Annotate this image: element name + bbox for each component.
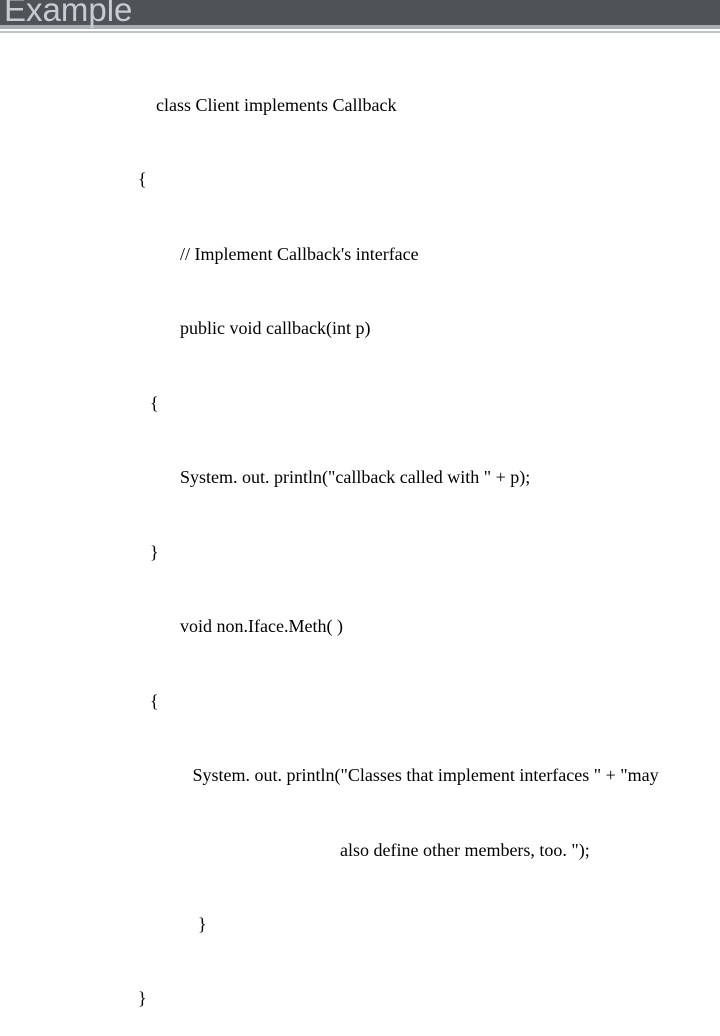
code-line: { <box>0 689 720 714</box>
title-divider-thin <box>0 31 720 33</box>
code-line: } <box>0 912 720 937</box>
code-line: { <box>0 167 720 192</box>
code-line: } <box>0 540 720 565</box>
code-line: } <box>0 986 720 1011</box>
code-line: public void callback(int p) <box>0 316 720 341</box>
code-line: also define other members, too. "); <box>0 838 720 863</box>
code-line: { <box>0 391 720 416</box>
code-line: System. out. println("Classes that imple… <box>0 763 720 788</box>
slide-title: Example <box>4 0 132 29</box>
code-line: System. out. println("callback called wi… <box>0 465 720 490</box>
code-line: void non.Iface.Meth( ) <box>0 614 720 639</box>
code-line: class Client implements Callback <box>0 93 720 118</box>
code-line: // Implement Callback's interface <box>0 242 720 267</box>
